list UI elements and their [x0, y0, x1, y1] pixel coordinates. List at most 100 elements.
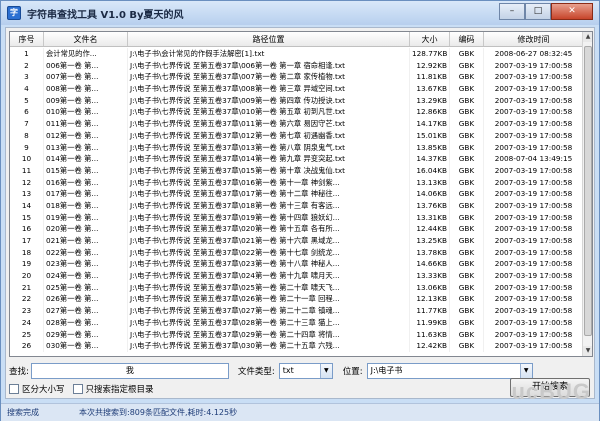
- cell-encoding: GBK: [450, 164, 484, 177]
- table-row[interactable]: 14 018第一卷 第... J:\电子书\七界传说 至第五卷37章\018第一卷 …: [10, 199, 584, 212]
- cell-index: 5: [10, 94, 44, 107]
- cell-index: 14: [10, 199, 44, 212]
- scroll-down-icon[interactable]: ▼: [583, 346, 592, 356]
- table-row[interactable]: 25 029第一卷 第... J:\电子书\七界传说 至第五卷37章\029第一卷 …: [10, 328, 584, 341]
- case-sensitive-label[interactable]: 区分大小写: [22, 383, 65, 395]
- column-header-index[interactable]: 序号: [10, 32, 44, 46]
- table-row[interactable]: 9 013第一卷 第... J:\电子书\七界传说 至第五卷37章\013第一卷 第…: [10, 141, 584, 154]
- cell-encoding: GBK: [450, 223, 484, 235]
- maximize-button[interactable]: □: [525, 3, 551, 20]
- cell-filename: 011第一卷 第...: [44, 118, 128, 130]
- cell-path: J:\电子书\七界传说 至第五卷37章\010第一卷 第五章 初到凡世.txt: [128, 106, 410, 119]
- cell-size: 14.37KB: [410, 153, 450, 165]
- close-button[interactable]: ✕: [551, 3, 593, 20]
- filetype-label: 文件类型:: [237, 367, 275, 377]
- table-row[interactable]: 11 015第一卷 第... J:\电子书\七界传说 至第五卷37章\015第一卷 …: [10, 164, 584, 177]
- cell-encoding: GBK: [450, 270, 484, 282]
- cell-filename: 014第一卷 第...: [44, 153, 128, 165]
- cell-index: 22: [10, 293, 44, 306]
- cell-encoding: GBK: [450, 176, 484, 189]
- cell-modified: 2007-03-19 17:00:58: [484, 270, 584, 282]
- cell-modified: 2007-03-19 17:00:58: [484, 328, 584, 341]
- title-bar[interactable]: 字 字符串查找工具 V1.0 By夏天的风 – □ ✕: [1, 1, 599, 25]
- table-row[interactable]: 8 012第一卷 第... J:\电子书\七界传说 至第五卷37章\012第一卷 第…: [10, 129, 584, 142]
- case-sensitive-checkbox[interactable]: [9, 384, 19, 394]
- table-row[interactable]: 10 014第一卷 第... J:\电子书\七界传说 至第五卷37章\014第一卷 …: [10, 153, 584, 165]
- column-header-modified[interactable]: 修改时间: [484, 32, 584, 46]
- table-header: 序号 文件名 路径位置 大小 编码 修改时间: [10, 32, 584, 47]
- cell-index: 25: [10, 328, 44, 341]
- cell-modified: 2007-03-19 17:00:58: [484, 211, 584, 224]
- column-header-filename[interactable]: 文件名: [44, 32, 128, 46]
- column-header-encoding[interactable]: 编码: [450, 32, 484, 46]
- table-row[interactable]: 4 008第一卷 第... J:\电子书\七界传说 至第五卷37章\008第一卷 第…: [10, 83, 584, 95]
- table-row[interactable]: 15 019第一卷 第... J:\电子书\七界传说 至第五卷37章\019第一卷 …: [10, 211, 584, 224]
- cell-index: 9: [10, 141, 44, 154]
- cell-index: 1: [10, 48, 44, 60]
- results-table[interactable]: 序号 文件名 路径位置 大小 编码 修改时间 1 会计常见的作... J:\电子书\…: [9, 31, 593, 357]
- column-header-size[interactable]: 大小: [410, 32, 450, 46]
- search-bar: 查找: 我 文件类型: txt ▼ 位置: J:\电子书 ▼: [9, 362, 533, 380]
- cell-modified: 2007-03-19 17:00:58: [484, 316, 584, 329]
- cell-modified: 2007-03-19 17:00:58: [484, 118, 584, 130]
- root-only-label[interactable]: 只搜索指定根目录: [86, 383, 154, 395]
- cell-encoding: GBK: [450, 153, 484, 165]
- chevron-down-icon[interactable]: ▼: [519, 364, 532, 378]
- search-input[interactable]: 我: [30, 363, 229, 379]
- location-select[interactable]: J:\电子书 ▼: [366, 363, 533, 379]
- cell-filename: 006第一卷 第...: [44, 59, 128, 72]
- location-value: J:\电子书: [370, 366, 403, 375]
- table-row[interactable]: 20 024第一卷 第... J:\电子书\七界传说 至第五卷37章\024第一卷 …: [10, 270, 584, 282]
- table-row[interactable]: 19 023第一卷 第... J:\电子书\七界传说 至第五卷37章\023第一卷 …: [10, 258, 584, 271]
- table-row[interactable]: 22 026第一卷 第... J:\电子书\七界传说 至第五卷37章\026第一卷 …: [10, 293, 584, 306]
- cell-filename: 013第一卷 第...: [44, 141, 128, 154]
- table-row[interactable]: 21 025第一卷 第... J:\电子书\七界传说 至第五卷37章\025第一卷 …: [10, 281, 584, 294]
- table-row[interactable]: 6 010第一卷 第... J:\电子书\七界传说 至第五卷37章\010第一卷 第…: [10, 106, 584, 119]
- table-row[interactable]: 7 011第一卷 第... J:\电子书\七界传说 至第五卷37章\011第一卷 第…: [10, 118, 584, 130]
- cell-index: 13: [10, 188, 44, 200]
- cell-modified: 2008-07-04 13:49:15: [484, 153, 584, 165]
- cell-index: 15: [10, 211, 44, 224]
- scroll-up-icon[interactable]: ▲: [583, 32, 592, 42]
- table-row[interactable]: 13 017第一卷 第... J:\电子书\七界传说 至第五卷37章\017第一卷 …: [10, 188, 584, 200]
- table-row[interactable]: 23 027第一卷 第... J:\电子书\七界传说 至第五卷37章\027第一卷 …: [10, 305, 584, 317]
- cell-size: 13.29KB: [410, 94, 450, 107]
- cell-size: 13.13KB: [410, 176, 450, 189]
- cell-filename: 026第一卷 第...: [44, 293, 128, 306]
- table-row[interactable]: 24 028第一卷 第... J:\电子书\七界传说 至第五卷37章\028第一卷 …: [10, 316, 584, 329]
- cell-modified: 2007-03-19 17:00:58: [484, 281, 584, 294]
- table-row[interactable]: 17 021第一卷 第... J:\电子书\七界传说 至第五卷37章\021第一卷 …: [10, 235, 584, 247]
- cell-index: 2: [10, 59, 44, 72]
- cell-filename: 012第一卷 第...: [44, 129, 128, 142]
- table-row[interactable]: 16 020第一卷 第... J:\电子书\七界传说 至第五卷37章\020第一卷 …: [10, 223, 584, 235]
- cell-encoding: GBK: [450, 71, 484, 84]
- minimize-button[interactable]: –: [499, 3, 525, 20]
- table-row[interactable]: 26 030第一卷 第... J:\电子书\七界传说 至第五卷37章\030第一卷 …: [10, 340, 584, 352]
- cell-modified: 2007-03-19 17:00:58: [484, 246, 584, 259]
- filetype-value: txt: [282, 366, 294, 375]
- cell-size: 13.06KB: [410, 281, 450, 294]
- status-bar: 搜索完成 本次共搜索到:809条匹配文件,耗时:4.125秒: [1, 403, 599, 421]
- table-row[interactable]: 12 016第一卷 第... J:\电子书\七界传说 至第五卷37章\016第一卷 …: [10, 176, 584, 189]
- cell-size: 13.76KB: [410, 199, 450, 212]
- table-row[interactable]: 3 007第一卷 第... J:\电子书\七界传说 至第五卷37章\007第一卷 第…: [10, 71, 584, 84]
- vertical-scrollbar[interactable]: ▲ ▼: [582, 32, 592, 356]
- table-row[interactable]: 2 006第一卷 第... J:\电子书\七界传说 至第五卷37章\006第一卷 第…: [10, 59, 584, 72]
- scroll-thumb[interactable]: [584, 46, 592, 336]
- chevron-down-icon[interactable]: ▼: [319, 364, 332, 378]
- cell-filename: 007第一卷 第...: [44, 71, 128, 84]
- search-label: 查找:: [9, 367, 29, 377]
- column-header-path[interactable]: 路径位置: [128, 32, 410, 46]
- table-row[interactable]: 1 会计常见的作... J:\电子书\会计常见的作假手法解密[1].txt 128.7…: [10, 48, 584, 60]
- cell-index: 20: [10, 270, 44, 282]
- cell-size: 11.99KB: [410, 316, 450, 329]
- filetype-select[interactable]: txt ▼: [278, 363, 333, 379]
- cell-encoding: GBK: [450, 48, 484, 60]
- window-controls: – □ ✕: [499, 3, 593, 20]
- cell-size: 12.92KB: [410, 59, 450, 72]
- cell-index: 3: [10, 71, 44, 84]
- table-row[interactable]: 18 022第一卷 第... J:\电子书\七界传说 至第五卷37章\022第一卷 …: [10, 246, 584, 259]
- root-only-checkbox[interactable]: [72, 384, 83, 394]
- table-row[interactable]: 5 009第一卷 第... J:\电子书\七界传说 至第五卷37章\009第一卷 第…: [10, 94, 584, 107]
- cell-path: J:\电子书\七界传说 至第五卷37章\023第一卷 第十八章 神秘人...: [128, 258, 410, 271]
